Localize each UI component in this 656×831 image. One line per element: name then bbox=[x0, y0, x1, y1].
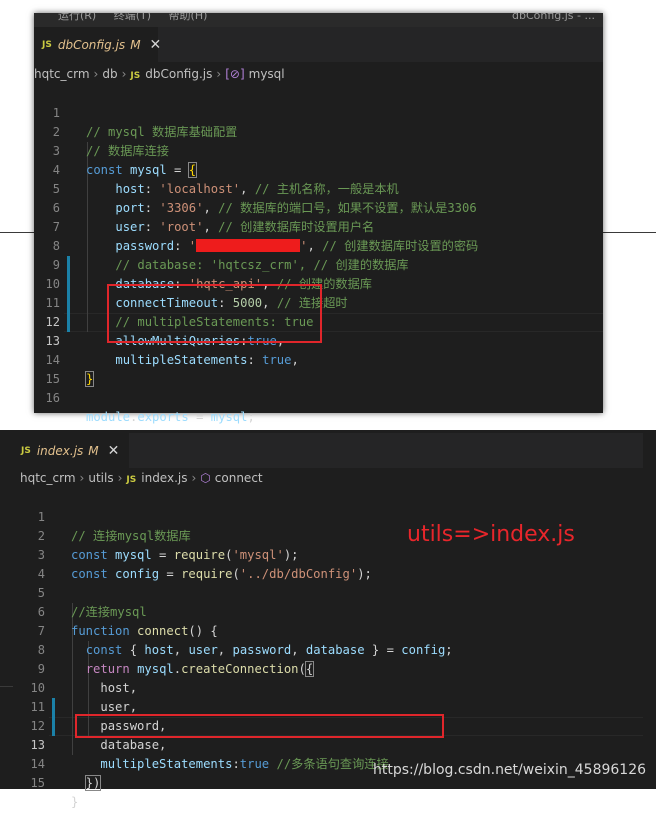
variable-symbol-icon: [⊘] bbox=[225, 67, 245, 81]
code-line: 5 port: '3306', // 数据库的端口号，如果不设置，默认是3306 bbox=[34, 161, 603, 215]
divider-line-bottom-left bbox=[0, 686, 14, 687]
code-line: 7 const { host, user, password, database… bbox=[19, 603, 643, 657]
line-number: 15 bbox=[30, 776, 45, 790]
highlight-box-multiple-statements bbox=[75, 714, 444, 738]
function-symbol-icon: ⬡ bbox=[200, 471, 211, 485]
code-line: 2 // 数据库连接 bbox=[34, 104, 603, 158]
js-file-icon: JS bbox=[126, 475, 137, 485]
highlight-box-multi-statements bbox=[107, 284, 322, 343]
code-line: 1 // mysql 数据库基础配置 bbox=[34, 85, 603, 139]
tab-dbconfig-js[interactable]: JS dbConfig.js M ✕ bbox=[34, 27, 161, 62]
code-brace: } bbox=[71, 795, 79, 809]
code-line: 8 return mysql.createConnection({ bbox=[19, 622, 643, 677]
code-line: 9 database: 'hqtc_api', // 创建的数据库 bbox=[34, 237, 603, 291]
code-line: 8 // database: 'hqtcsz_crm', // 创建的数据库 bbox=[34, 218, 603, 272]
breadcrumb-item-folder[interactable]: db bbox=[102, 67, 117, 81]
watermark: https://blog.csdn.net/weixin_45896126 bbox=[373, 762, 647, 778]
breadcrumb-item-symbol[interactable]: mysql bbox=[249, 67, 285, 81]
annotation-label: utils=>index.js bbox=[407, 522, 575, 547]
menu-bar: 运行(R) 终端(T) 帮助(H) dbConfig.js - ... bbox=[34, 13, 603, 27]
divider-line-right bbox=[603, 232, 656, 233]
code-editor[interactable]: 1 // mysql 数据库基础配置 2 // 数据库连接 3 const my… bbox=[34, 85, 603, 424]
tab-index-js[interactable]: JS index.js M ✕ bbox=[13, 433, 129, 468]
editor-panel-dbconfig: 运行(R) 终端(T) 帮助(H) dbConfig.js - ... JS d… bbox=[34, 13, 603, 424]
chevron-right-icon: › bbox=[79, 471, 85, 485]
chevron-right-icon: › bbox=[117, 471, 123, 485]
code-line: 1 // 连接mysql数据库 bbox=[19, 489, 643, 543]
code-variable: mysql bbox=[210, 410, 248, 424]
js-file-icon: JS bbox=[42, 39, 52, 50]
modified-indicator: M bbox=[88, 443, 99, 458]
js-file-icon: JS bbox=[130, 71, 141, 81]
code-line: 6 function connect() { bbox=[19, 584, 643, 638]
chevron-right-icon: › bbox=[191, 471, 197, 485]
code-line: 5 //连接mysql bbox=[19, 565, 643, 619]
chevron-right-icon: › bbox=[93, 67, 99, 81]
close-icon[interactable]: ✕ bbox=[108, 443, 120, 459]
breadcrumb-item-folder[interactable]: utils bbox=[88, 471, 113, 485]
code-brace: }) bbox=[84, 775, 102, 791]
tab-bar: JS dbConfig.js M ✕ bbox=[34, 27, 603, 62]
window-title: dbConfig.js - ... bbox=[512, 13, 595, 22]
modified-indicator: M bbox=[130, 37, 141, 52]
line-number: 16 bbox=[45, 391, 60, 405]
code-line: 15 bbox=[34, 351, 603, 386]
breadcrumb-item-project[interactable]: hqtc_crm bbox=[20, 471, 76, 485]
breadcrumb-item-project[interactable]: hqtc_crm bbox=[34, 67, 90, 81]
code-line: 10 connectTimeout: 5000, // 连接超时 bbox=[34, 256, 603, 310]
chevron-right-icon: › bbox=[216, 67, 222, 81]
divider-line-left bbox=[0, 232, 34, 233]
code-line: 11 password, bbox=[19, 679, 643, 733]
code-variable: module bbox=[86, 410, 131, 424]
code-line: 6 user: 'root', // 创建数据库时设置用户名 bbox=[34, 180, 603, 234]
chevron-right-icon: › bbox=[121, 67, 127, 81]
code-line: 10 user, bbox=[19, 660, 643, 714]
code-line: 9 host, bbox=[19, 641, 643, 695]
code-line: 7 password: ' ', // 创建数据库时设置的密码 bbox=[34, 199, 603, 253]
code-line: 4 bbox=[19, 546, 643, 581]
breadcrumb-item-file[interactable]: index.js bbox=[141, 471, 187, 485]
close-icon[interactable]: ✕ bbox=[150, 37, 162, 53]
code-line: 14 }) bbox=[19, 736, 643, 791]
code-property: exports bbox=[137, 410, 189, 424]
tab-bar: JS index.js M ✕ bbox=[13, 433, 643, 468]
menu-item-terminal[interactable]: 终端(T) bbox=[114, 13, 151, 22]
code-line: 3 const mysql = { bbox=[34, 123, 603, 178]
tab-filename: dbConfig.js bbox=[57, 37, 126, 52]
tab-filename: index.js bbox=[36, 443, 84, 458]
breadcrumb: hqtc_crm › utils › JS index.js › ⬡ connect bbox=[20, 467, 643, 489]
code-line: 16 module.exports = mysql; bbox=[34, 370, 603, 424]
breadcrumb-item-file[interactable]: dbConfig.js bbox=[145, 67, 212, 81]
menu-item-help[interactable]: 帮助(H) bbox=[169, 13, 208, 22]
editor-panel-index: JS index.js M ✕ hqtc_crm › utils › JS index.j… bbox=[13, 430, 643, 809]
menu-item-run[interactable]: 运行(R) bbox=[58, 13, 96, 22]
code-line: 4 host: 'localhost', // 主机名称，一般是本机 bbox=[34, 142, 603, 196]
js-file-icon: JS bbox=[21, 445, 31, 456]
breadcrumb: hqtc_crm › db › JS dbConfig.js › [⊘] mysql bbox=[34, 63, 603, 85]
breadcrumb-item-symbol[interactable]: connect bbox=[215, 471, 263, 485]
